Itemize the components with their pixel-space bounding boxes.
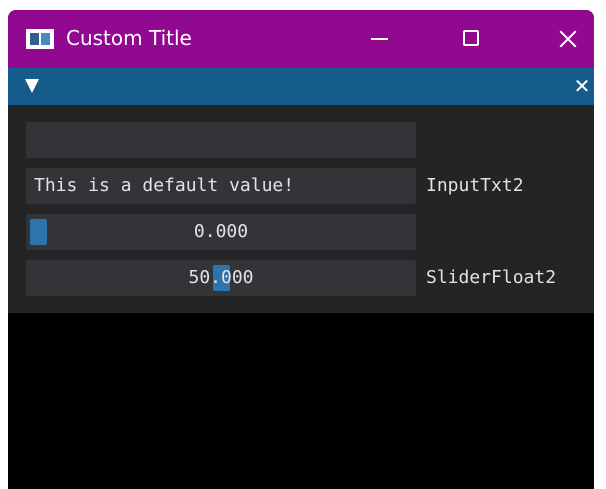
window-title: Custom Title [66, 26, 192, 50]
window-titlebar[interactable]: Custom Title [8, 10, 594, 68]
app-window-icon [26, 29, 54, 49]
input-text-2[interactable]: This is a default value! [26, 168, 416, 204]
imgui-panel: ✕ This is a default value! InputTxt2 0.0… [8, 68, 594, 313]
slider-float-2-value: 50.000 [188, 267, 254, 288]
input-text-2-label: InputTxt2 [426, 175, 524, 196]
input-text-2-value: This is a default value! [34, 175, 295, 196]
panel-close-icon[interactable]: ✕ [573, 74, 591, 98]
slider-float-2-label: SliderFloat2 [426, 267, 557, 288]
slider-float-2[interactable]: 50.000 [26, 260, 416, 296]
app-icon-pane-right [41, 33, 50, 45]
slider-float-1[interactable]: 0.000 [26, 214, 416, 250]
imgui-panel-titlebar[interactable]: ✕ [8, 68, 594, 105]
close-window-button[interactable] [536, 10, 594, 68]
collapse-triangle-icon[interactable] [25, 79, 39, 93]
app-icon-pane-left [30, 33, 39, 45]
maximize-button[interactable] [444, 10, 502, 68]
app-window: Custom Title ✕ This is a default value! … [8, 10, 594, 489]
minimize-button[interactable] [348, 10, 406, 68]
slider-float-1-value: 0.000 [193, 221, 249, 242]
input-text-1[interactable] [26, 122, 416, 158]
